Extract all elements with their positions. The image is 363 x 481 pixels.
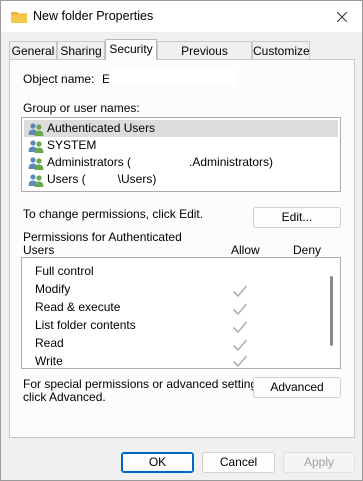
- permission-row-read: Read: [35, 336, 64, 350]
- advanced-info-text-2: click Advanced.: [23, 390, 106, 404]
- advanced-button[interactable]: Advanced: [253, 377, 341, 398]
- object-name-label: Object name:: [23, 72, 95, 86]
- object-name-redaction: [109, 69, 237, 86]
- group-name-prefix: Administrators (: [47, 155, 132, 169]
- tab-sharing[interactable]: Sharing: [57, 41, 105, 59]
- users-group-icon: [28, 139, 44, 153]
- group-list[interactable]: Authenticated Users SYSTEM Administrator…: [21, 117, 341, 192]
- cancel-button[interactable]: Cancel: [202, 452, 275, 473]
- group-list-label: Group or user names:: [23, 101, 140, 115]
- properties-window: New folder Properties General Sharing Se…: [0, 0, 363, 481]
- ok-button[interactable]: OK: [121, 452, 194, 473]
- list-item-administrators[interactable]: Administrators ( .Administrators): [28, 154, 273, 171]
- tab-previous-versions[interactable]: Previous Versions: [157, 41, 252, 76]
- checkmark-icon: [232, 321, 248, 334]
- group-name-suffix: .Administrators): [189, 155, 274, 169]
- list-item-system[interactable]: SYSTEM: [28, 137, 96, 154]
- group-name-prefix: Users (: [47, 172, 86, 186]
- checkmark-icon: [232, 285, 248, 298]
- group-name: Authenticated Users: [47, 121, 156, 135]
- permission-row-list-folder-contents: List folder contents: [35, 318, 136, 332]
- list-item-authenticated-users[interactable]: Authenticated Users: [24, 120, 338, 137]
- users-group-icon: [28, 122, 44, 136]
- advanced-info-text: For special permissions or advanced sett…: [23, 377, 267, 391]
- list-item-users[interactable]: Users ( \Users): [28, 171, 156, 188]
- permission-row-full-control: Full control: [35, 264, 94, 278]
- window-title: New folder Properties: [33, 9, 154, 23]
- close-icon: [337, 11, 347, 22]
- tab-general[interactable]: General: [9, 41, 57, 59]
- checkmark-icon: [232, 355, 248, 368]
- checkmark-icon: [232, 339, 248, 352]
- permission-row-write: Write: [35, 354, 63, 368]
- checkmark-icon: [232, 303, 248, 316]
- tab-security[interactable]: Security: [105, 39, 157, 60]
- edit-button[interactable]: Edit...: [253, 207, 341, 228]
- permissions-scrollbar[interactable]: [330, 276, 333, 346]
- apply-button[interactable]: Apply: [283, 452, 355, 473]
- allow-column-header: Allow: [231, 243, 260, 257]
- users-group-icon: [28, 173, 44, 187]
- title-bar[interactable]: New folder Properties: [1, 1, 362, 32]
- group-name-suffix: \Users): [117, 172, 157, 186]
- permissions-header: Permissions for Authenticated: [23, 230, 182, 244]
- folder-icon: [11, 12, 27, 23]
- tab-customize[interactable]: Customize: [252, 41, 310, 59]
- change-permissions-text: To change permissions, click Edit.: [23, 207, 204, 221]
- deny-column-header: Deny: [293, 243, 322, 257]
- close-button[interactable]: [322, 1, 362, 32]
- permission-row-modify: Modify: [35, 282, 71, 296]
- group-name: SYSTEM: [47, 138, 97, 152]
- permissions-list[interactable]: Full control Modify Read & execute List …: [21, 257, 341, 369]
- permission-row-read-execute: Read & execute: [35, 300, 121, 314]
- users-group-icon: [28, 156, 44, 170]
- permissions-header-user: Users: [23, 243, 55, 257]
